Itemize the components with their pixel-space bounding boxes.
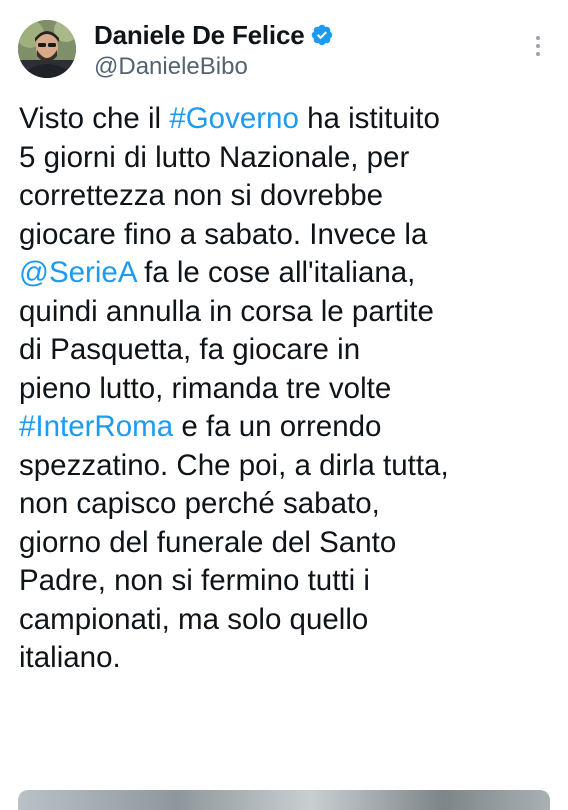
profile-photo-icon [18,20,76,78]
tweet-text-line: Visto che il #Governo ha istituito [19,100,554,139]
more-vertical-icon [536,36,540,40]
more-vertical-icon-dot [536,44,540,48]
tweet-text-segment: campionati, ma solo quello [19,602,369,636]
author-info: Daniele De Felice @DanieleBibo [94,20,334,82]
tweet-text-line: spezzatino. Che poi, a dirla tutta, [19,447,554,486]
tweet-text-segment: di Pasquetta, fa giocare in [19,333,361,366]
tweet-text-line: quindi annulla in corsa le partite [19,293,554,332]
tweet-header: Daniele De Felice @DanieleBibo [18,18,550,84]
tweet-text-segment: Visto che il [19,102,170,135]
mention-link[interactable]: @SerieA [19,256,136,289]
tweet-text-segment: quindi annulla in corsa le partite [19,294,434,328]
author-display-name[interactable]: Daniele De Felice [94,20,305,50]
tweet-text-segment: giocare fino a sabato. Invece la [19,217,428,251]
tweet-text-segment: e fa un orrendo [173,410,382,443]
hashtag-link[interactable]: #Governo [169,102,299,135]
tweet-text-line: italiano. [19,639,554,678]
tweet-media-preview[interactable] [18,790,550,810]
tweet-text: Visto che il #Governo ha istituito 5 gior… [19,100,554,678]
avatar[interactable] [18,20,76,78]
tweet-text-line: giocare fino a sabato. Invece la [19,216,554,255]
tweet-text-line: non capisco perché sabato, [19,485,554,524]
name-row: Daniele De Felice [94,20,334,50]
tweet-text-segment: non capisco perché sabato, [19,487,380,520]
tweet-card: Daniele De Felice @DanieleBibo Visto che… [0,0,568,810]
tweet-text-line: correttezza non si dovrebbe [19,177,554,216]
tweet-text-segment: fa le cose all'italiana, [135,256,416,289]
tweet-text-line: @SerieA fa le cose all'italiana, [19,254,554,293]
tweet-text-segment: spezzatino. Che poi, a dirla tutta, [19,448,449,482]
tweet-text-line: campionati, ma solo quello [19,601,554,640]
tweet-text-line: di Pasquetta, fa giocare in [19,331,554,370]
tweet-text-segment: ha istituito [298,102,440,135]
tweet-text-segment: pieno lutto, rimanda tre volte [19,371,392,405]
tweet-text-line: #InterRoma e fa un orrendo [19,408,554,447]
tweet-text-line: 5 giorni di lutto Nazionale, per [19,139,554,178]
hashtag-link[interactable]: #InterRoma [19,410,173,443]
verified-badge-icon [312,24,333,46]
tweet-text-line: Padre, non si fermino tutti i [19,562,554,601]
tweet-text-segment: italiano. [19,641,121,674]
more-options-button[interactable] [532,36,544,64]
tweet-text-segment: Padre, non si fermino tutti i [19,564,370,597]
tweet-text-segment: giorno del funerale del Santo [19,525,397,559]
tweet-text-line: pieno lutto, rimanda tre volte [19,370,554,409]
author-handle[interactable]: @DanieleBibo [94,52,334,82]
more-vertical-icon-dot [536,52,540,56]
tweet-text-line: giorno del funerale del Santo [19,524,554,563]
tweet-text-segment: 5 giorni di lutto Nazionale, per [19,140,410,174]
tweet-text-segment: correttezza non si dovrebbe [19,179,384,212]
